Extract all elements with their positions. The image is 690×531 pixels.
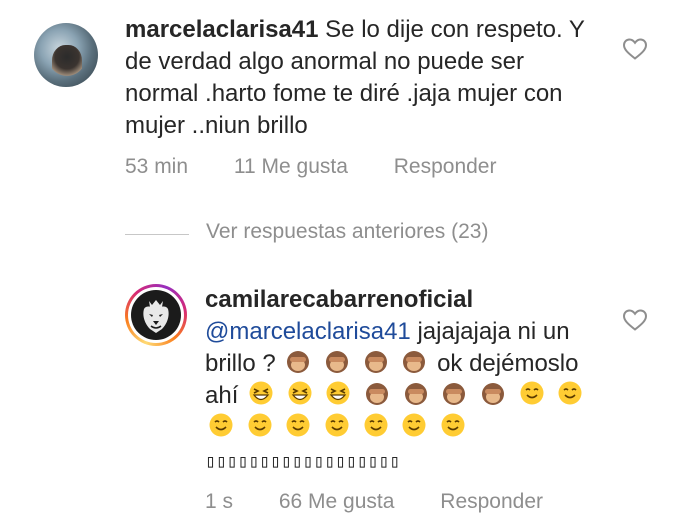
comment-likes[interactable]: 66 Me gusta bbox=[279, 490, 395, 514]
grinning-squinting-face-icon bbox=[249, 381, 273, 405]
smiling-face-icon bbox=[558, 381, 582, 405]
see-no-evil-monkey-icon bbox=[287, 351, 310, 373]
comment-time: 1 s bbox=[205, 490, 234, 513]
avatar-ring-gap bbox=[128, 287, 184, 343]
grinning-squinting-face-icon bbox=[288, 381, 312, 405]
see-no-evil-monkey-icon bbox=[482, 383, 505, 405]
smiling-face-icon bbox=[248, 413, 272, 437]
comment-likes[interactable]: 11 Me gusta bbox=[234, 155, 348, 179]
mention-link[interactable]: @marcelaclarisa41 bbox=[205, 318, 411, 345]
smiling-face-icon bbox=[520, 381, 544, 405]
avatar[interactable] bbox=[125, 284, 187, 346]
heart-icon[interactable] bbox=[622, 37, 648, 61]
smiling-face-icon bbox=[364, 413, 388, 437]
unrendered-characters: ▯▯▯▯▯▯▯▯▯▯▯▯▯▯▯▯▯▯ bbox=[205, 451, 401, 472]
grinning-squinting-face-icon bbox=[326, 381, 350, 405]
see-no-evil-monkey-icon bbox=[364, 351, 387, 373]
comment-time: 53 min bbox=[125, 155, 189, 178]
see-no-evil-monkey-icon bbox=[403, 351, 426, 373]
comment-text-block: marcelaclarisa41 Se lo dije con respeto.… bbox=[125, 14, 595, 142]
view-replies-label[interactable]: Ver respuestas anteriores (23) bbox=[206, 220, 488, 244]
smiling-face-icon bbox=[286, 413, 310, 437]
smiling-face-icon bbox=[209, 413, 233, 437]
heart-icon[interactable] bbox=[622, 308, 648, 332]
comment-username[interactable]: camilarecabarrenoficial bbox=[205, 284, 605, 316]
comment-text-block: camilarecabarrenoficial @marcelaclarisa4… bbox=[205, 284, 605, 478]
reply-button[interactable]: Responder bbox=[394, 155, 497, 179]
comment-meta: 1 s 66 Me gusta Responder bbox=[205, 490, 543, 514]
avatar-image bbox=[131, 290, 181, 340]
comment-username[interactable]: marcelaclarisa41 bbox=[125, 16, 319, 43]
avatar[interactable] bbox=[34, 23, 98, 87]
avatar-figure bbox=[52, 45, 82, 79]
smiling-face-icon bbox=[325, 413, 349, 437]
comment-marcelaclarisa41: marcelaclarisa41 Se lo dije con respeto.… bbox=[0, 0, 690, 200]
reply-button[interactable]: Responder bbox=[440, 490, 543, 514]
comment-body: @marcelaclarisa41 jajajajaja ni un brill… bbox=[205, 316, 605, 478]
smiling-face-icon bbox=[402, 413, 426, 437]
replies-divider bbox=[125, 234, 189, 235]
lion-logo-icon bbox=[143, 300, 169, 333]
see-no-evil-monkey-icon bbox=[326, 351, 349, 373]
see-no-evil-monkey-icon bbox=[404, 383, 427, 405]
comment-meta: 53 min 11 Me gusta Responder bbox=[125, 155, 496, 179]
see-no-evil-monkey-icon bbox=[366, 383, 389, 405]
smiling-face-icon bbox=[441, 413, 465, 437]
see-no-evil-monkey-icon bbox=[443, 383, 466, 405]
